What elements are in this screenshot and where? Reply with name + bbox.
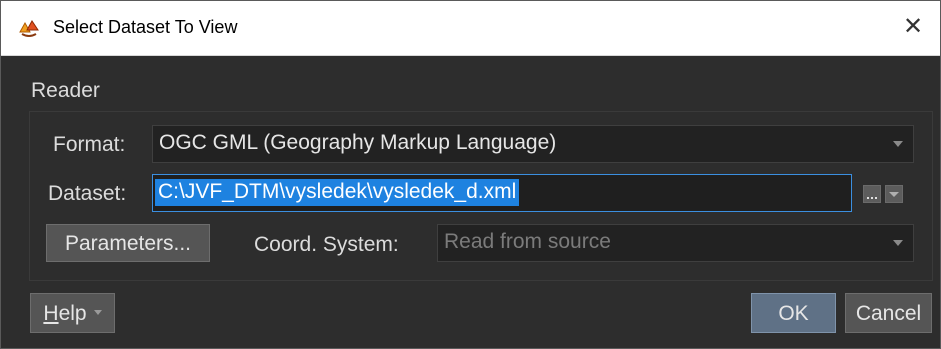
reader-group-label: Reader <box>31 79 100 102</box>
dialog-title: Select Dataset To View <box>53 17 238 37</box>
help-mnemonic: H <box>43 302 59 325</box>
coord-system-dropdown[interactable]: Read from source <box>437 224 914 262</box>
dataset-options-button[interactable] <box>885 185 903 203</box>
ok-button[interactable]: OK <box>751 293 836 333</box>
chevron-down-icon <box>893 141 903 147</box>
coord-system-placeholder: Read from source <box>444 230 611 253</box>
dataset-value: C:\JVF_DTM\vysledek\vysledek_d.xml <box>155 179 520 206</box>
select-dataset-dialog: Select Dataset To View ✕ Reader Format: … <box>0 0 941 349</box>
parameters-button[interactable]: Parameters... <box>46 224 210 262</box>
title-bar: Select Dataset To View ✕ <box>1 1 940 56</box>
help-label: elp <box>58 302 87 325</box>
format-value: OGC GML (Geography Markup Language) <box>159 131 557 154</box>
format-label: Format: <box>53 133 126 156</box>
close-icon[interactable]: ✕ <box>898 11 928 41</box>
browse-button[interactable] <box>863 185 881 203</box>
format-dropdown[interactable]: OGC GML (Geography Markup Language) <box>152 125 914 163</box>
coord-system-label: Coord. System: <box>254 233 399 256</box>
chevron-down-icon <box>889 192 899 197</box>
dataset-input[interactable]: C:\JVF_DTM\vysledek\vysledek_d.xml <box>152 174 852 212</box>
chevron-down-icon <box>93 310 102 316</box>
cancel-button[interactable]: Cancel <box>845 293 932 333</box>
dataset-label: Dataset: <box>48 182 127 205</box>
fme-reader-icon <box>19 20 39 37</box>
ellipsis-icon <box>867 197 877 199</box>
chevron-down-icon <box>893 240 903 246</box>
help-button[interactable]: Help <box>30 293 115 333</box>
